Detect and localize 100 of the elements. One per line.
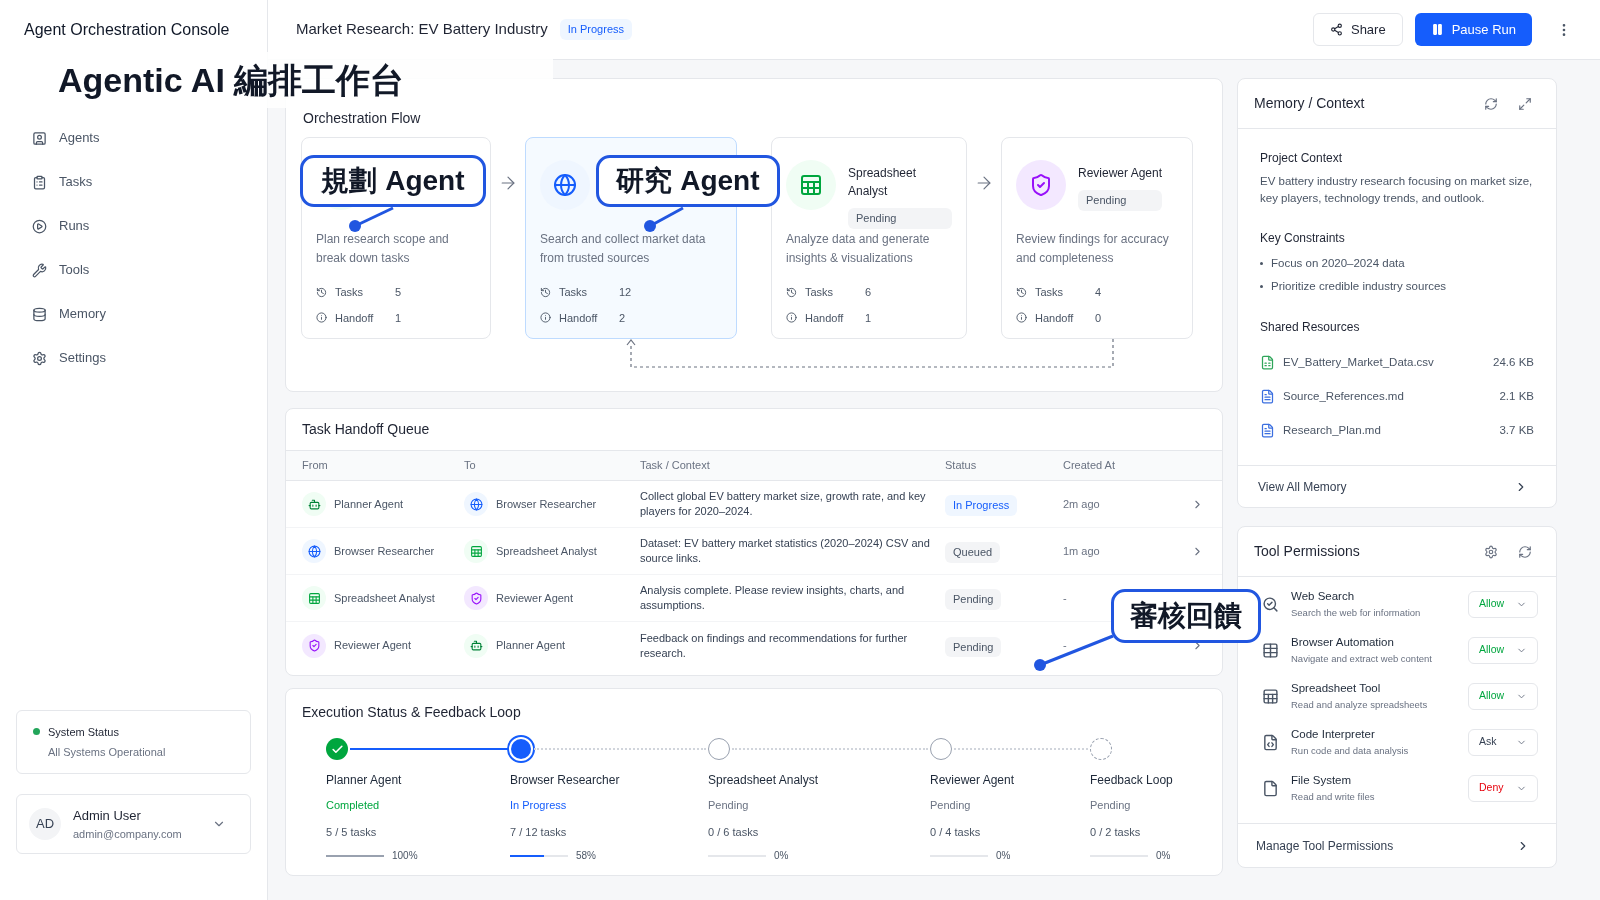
stat-label: Tasks (1035, 285, 1065, 300)
step-name: Planner Agent (326, 772, 403, 789)
stat-value: 1 (395, 310, 402, 326)
callout-tooltip: 審核回饋 (1111, 589, 1261, 643)
agent-name: Reviewer Agent (496, 590, 574, 606)
file-size: 2.1 KB (1499, 388, 1534, 404)
project-context-text: EV battery industry research focusing on market size, key players, technology trends, and outlook. (1260, 174, 1534, 206)
status-badge: Pending (1078, 190, 1163, 211)
stat-value: 5 (395, 285, 402, 300)
agent-name: Browser Researcher (334, 543, 435, 559)
step-name: Reviewer Agent (930, 772, 1016, 789)
system-status-title: System Status (48, 724, 119, 740)
status-badge: Queued (945, 542, 1001, 563)
step-name: Spreadsheet Analyst (708, 772, 820, 789)
stat-value: 6 (865, 285, 872, 300)
stat-label: Tasks (559, 285, 589, 300)
panel-title: Orchestration Flow (303, 109, 421, 128)
created-at: - (1063, 590, 1068, 606)
agent-name: Spreadsheet Analyst (848, 165, 918, 200)
stat-label: Handoff (559, 310, 599, 326)
agent-name: Planner Agent (334, 496, 404, 512)
stat-value: 1 (865, 310, 872, 326)
tool-name: Browser Automation (1291, 635, 1395, 651)
stat-value: 12 (619, 285, 632, 300)
step-state: Pending (708, 798, 750, 813)
status-badge: Pending (848, 208, 952, 229)
user-email: admin@company.com (73, 826, 183, 842)
step-tasks: 0 / 6 tasks (708, 824, 760, 840)
tool-description: Read and analyze spreadsheets (1291, 697, 1429, 712)
column-header: To (464, 458, 477, 474)
step-state: Completed (326, 798, 381, 813)
panel-title: Task Handoff Queue (302, 420, 430, 439)
column-header: From (302, 458, 329, 474)
callout-tooltip: 規劃 Agent (300, 155, 486, 207)
agent-description: Plan research scope and break down tasks (316, 231, 450, 267)
agent-description: Review findings for accuracy and completeness (1016, 231, 1170, 267)
progress-percent: 0% (996, 849, 1011, 863)
user-name: Admin User (73, 807, 142, 825)
status-badge: In Progress (945, 495, 1018, 516)
agent-description: Search and collect market data from trusted sources (540, 231, 707, 267)
stat-value: 4 (1095, 285, 1102, 300)
panel-title: Memory / Context (1254, 94, 1366, 113)
agent-name: Browser Researcher (496, 496, 597, 512)
progress-percent: 58% (576, 849, 596, 863)
step-tasks: 7 / 12 tasks (510, 824, 568, 840)
task-text: Dataset: EV battery market statistics (2020–2024) CSV and source links. (640, 536, 931, 566)
stat-label: Handoff (335, 310, 375, 326)
created-at: - (1063, 638, 1068, 654)
tool-name: Web Search (1291, 589, 1356, 605)
step-name: Browser Researcher (510, 772, 621, 789)
app-title: Agent Orchestration Console (24, 20, 230, 40)
file-name: Source_References.md (1283, 388, 1405, 404)
stat-label: Handoff (1035, 310, 1075, 326)
user-avatar: AD (29, 808, 61, 840)
task-text: Analysis complete. Please review insights, charts, and assumptions. (640, 583, 906, 613)
column-header: Task / Context (640, 458, 711, 474)
section-title: Shared Resources (1260, 318, 1361, 336)
tool-description: Run code and data analysis (1291, 743, 1410, 758)
step-tasks: 5 / 5 tasks (326, 824, 378, 840)
agent-name: Spreadsheet Analyst (334, 590, 435, 606)
tool-name: File System (1291, 773, 1353, 789)
agent-name: Planner Agent (496, 638, 566, 654)
file-size: 24.6 KB (1493, 354, 1534, 370)
panel-title: Tool Permissions (1254, 542, 1361, 561)
step-name: Feedback Loop (1090, 772, 1174, 789)
step-tasks: 0 / 2 tasks (1090, 824, 1142, 840)
stat-label: Tasks (335, 285, 365, 300)
progress-percent: 0% (774, 849, 789, 863)
section-title: Key Constraints (1260, 230, 1346, 247)
tool-description: Read and write files (1291, 789, 1376, 804)
agent-name: Reviewer Agent (334, 638, 412, 654)
progress-percent: 100% (392, 849, 418, 863)
step-state: Pending (930, 798, 972, 813)
status-badge: In Progress (559, 19, 632, 40)
file-size: 3.7 KB (1499, 422, 1534, 438)
agent-name: Reviewer Agent (1078, 165, 1163, 182)
stat-label: Tasks (805, 285, 835, 300)
agent-name: Spreadsheet Analyst (496, 543, 597, 559)
column-header: Created At (1063, 458, 1116, 474)
stat-value: 2 (619, 310, 626, 326)
status-badge: Pending (945, 589, 1002, 610)
progress-percent: 0% (1156, 849, 1171, 863)
task-text: Feedback on findings and recommendations for further research. (640, 630, 909, 661)
tool-description: Navigate and extract web content (1291, 651, 1433, 666)
column-header: Status (945, 458, 978, 474)
constraint-item: Prioritize credible industry sources (1260, 278, 1534, 296)
file-name: Research_Plan.md (1283, 422, 1382, 438)
status-badge: Pending (945, 636, 1002, 657)
tool-name: Spreadsheet Tool (1291, 681, 1382, 697)
created-at: 1m ago (1063, 543, 1101, 559)
step-tasks: 0 / 4 tasks (930, 824, 982, 840)
tool-name: Code Interpreter (1291, 727, 1376, 743)
task-text: Collect global EV battery market size, growth rate, and key players for 2020–2024. (640, 489, 927, 519)
agent-description: Analyze data and generate insights & visualizations (786, 231, 931, 267)
tool-description: Search the web for information (1291, 605, 1422, 620)
stat-value: 0 (1095, 310, 1102, 326)
stat-label: Handoff (805, 310, 845, 326)
section-title: Project Context (1260, 150, 1344, 167)
created-at: 2m ago (1063, 496, 1101, 512)
run-title: Market Research: EV Battery Industry (296, 19, 548, 40)
